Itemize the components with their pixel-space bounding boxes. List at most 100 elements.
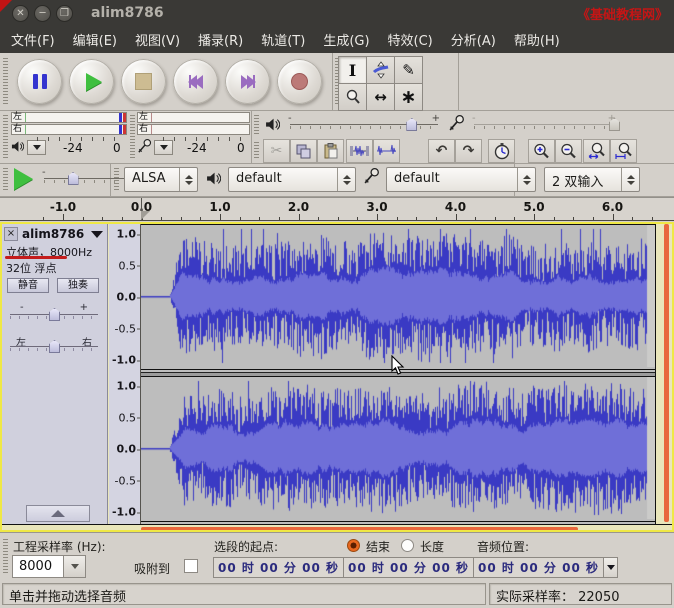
- microphone-icon: [363, 167, 380, 185]
- selection-start-time[interactable]: 00 时 00 分 00 秒: [213, 557, 358, 578]
- undo-button[interactable]: ↶: [428, 139, 455, 163]
- ruler-tick: [652, 217, 653, 220]
- output-volume-slider[interactable]: - +: [290, 116, 438, 132]
- snap-to-checkbox[interactable]: [184, 559, 198, 573]
- playback-meter[interactable]: 左 右 -24 0: [11, 112, 127, 164]
- fit-selection-button[interactable]: [583, 139, 610, 163]
- radio-length[interactable]: [401, 539, 414, 552]
- device-toolbar-grip[interactable]: [113, 165, 120, 194]
- selection-end-time[interactable]: 00 时 00 分 00 秒: [343, 557, 488, 578]
- magnifier-icon: [345, 89, 361, 105]
- spin-arrows-icon[interactable]: [179, 168, 197, 191]
- playback-meter-grip[interactable]: [2, 112, 9, 162]
- selection-toolbar-grip[interactable]: [2, 536, 9, 578]
- zoom-in-button[interactable]: [528, 139, 555, 163]
- title-bar[interactable]: ✕ ─ ❐ alim8786 《基础教程网》: [0, 0, 674, 26]
- paste-button[interactable]: [317, 139, 344, 163]
- paste-icon: [323, 143, 338, 159]
- ruler-tick: [416, 217, 417, 220]
- selection-start-label: 选段的起点:: [214, 538, 278, 555]
- stop-button[interactable]: [121, 59, 166, 104]
- project-rate-combo[interactable]: 8000: [12, 555, 86, 578]
- project-rate-value[interactable]: 8000: [12, 555, 64, 578]
- selection-tool-button[interactable]: I: [338, 56, 367, 84]
- ruler-tick: [632, 217, 633, 220]
- menu-analyze[interactable]: 分析(A): [442, 26, 505, 53]
- menu-generate[interactable]: 生成(G): [314, 26, 378, 53]
- fit-project-icon: [615, 142, 633, 160]
- ruler-tick: [554, 217, 555, 220]
- input-channels-combo[interactable]: 2 双输入: [544, 167, 640, 192]
- fit-project-button[interactable]: [610, 139, 637, 163]
- envelope-tool-button[interactable]: [366, 56, 395, 84]
- zoom-in-icon: [533, 143, 550, 160]
- pencil-icon: ✎: [402, 61, 415, 79]
- playhead-marker[interactable]: [141, 211, 150, 220]
- draw-tool-button[interactable]: ✎: [394, 56, 423, 84]
- multi-tool-button[interactable]: ∗: [394, 83, 423, 111]
- menu-tracks[interactable]: 轨道(T): [252, 26, 314, 53]
- transcription-toolbar-grip[interactable]: [2, 165, 9, 194]
- microphone-icon: [448, 114, 465, 132]
- play-button[interactable]: [69, 59, 114, 104]
- input-volume-slider[interactable]: - +: [474, 116, 614, 132]
- ruler-tick: [63, 214, 64, 220]
- output-device-combo[interactable]: default: [228, 167, 356, 192]
- mixer-toolbar-grip[interactable]: [253, 112, 260, 138]
- record-meter-dropdown[interactable]: [154, 140, 173, 155]
- radio-end[interactable]: [347, 539, 360, 552]
- record-button[interactable]: [277, 59, 322, 104]
- skip-to-end-button[interactable]: [225, 59, 270, 104]
- play-speed-slider[interactable]: - +: [44, 170, 136, 186]
- input-device-combo[interactable]: default: [386, 167, 536, 192]
- status-bar: 单击并拖动选择音频 实际采样率： 22050: [0, 580, 674, 608]
- menu-effect[interactable]: 特效(C): [379, 26, 442, 53]
- trim-audio-button[interactable]: [346, 139, 373, 163]
- ruler-label: 2.0: [288, 200, 309, 214]
- cut-button[interactable]: ✂: [263, 139, 290, 163]
- menu-file[interactable]: 文件(F): [2, 26, 64, 53]
- radio-length-label: 长度: [420, 538, 444, 555]
- timeline-ruler[interactable]: -1.00.01.02.03.04.05.06.0: [0, 197, 674, 221]
- close-window-button[interactable]: ✕: [12, 5, 29, 22]
- project-rate-dropdown[interactable]: [64, 555, 86, 578]
- pause-button[interactable]: [17, 59, 62, 104]
- audio-host-combo[interactable]: ALSA: [124, 167, 198, 192]
- play-at-speed-button[interactable]: [14, 168, 33, 190]
- fit-selection-icon: [588, 142, 606, 160]
- time-dropdown-icon[interactable]: [603, 558, 617, 577]
- copy-button[interactable]: [290, 139, 317, 163]
- menu-help[interactable]: 帮助(H): [505, 26, 569, 53]
- red-corner-annotation: [0, 0, 12, 12]
- snap-to-label: 吸附到: [134, 560, 170, 577]
- track-focus-border: [0, 222, 674, 532]
- menu-edit[interactable]: 编辑(E): [64, 26, 126, 53]
- minimize-window-button[interactable]: ─: [34, 5, 51, 22]
- playback-meter-dropdown[interactable]: [27, 140, 46, 155]
- spin-arrows-icon[interactable]: [337, 168, 355, 191]
- ruler-label: 3.0: [366, 200, 387, 214]
- silence-audio-button[interactable]: [373, 139, 400, 163]
- record-meter[interactable]: 左 右 -24 0: [137, 112, 250, 164]
- edit-toolbar-grip[interactable]: [253, 139, 260, 163]
- zoom-out-button[interactable]: [555, 139, 582, 163]
- play-speed-thumb[interactable]: [68, 172, 79, 185]
- time-shift-tool-button[interactable]: ↔: [366, 83, 395, 111]
- sync-lock-button[interactable]: [488, 139, 515, 163]
- spin-arrows-icon[interactable]: [621, 168, 639, 191]
- output-volume-thumb[interactable]: [406, 118, 417, 131]
- record-meter-grip[interactable]: [129, 112, 136, 162]
- menu-view[interactable]: 视图(V): [126, 26, 189, 53]
- ruler-tick: [83, 217, 84, 220]
- zoom-tool-button[interactable]: [338, 83, 367, 111]
- ruler-tick: [161, 217, 162, 220]
- spin-arrows-icon[interactable]: [517, 168, 535, 191]
- ruler-tick: [181, 217, 182, 220]
- skip-to-start-button[interactable]: [173, 59, 218, 104]
- toolbar-dock: I ✎ ↔ ∗ 左: [0, 53, 674, 197]
- menu-transport[interactable]: 播录(R): [189, 26, 252, 53]
- maximize-window-button[interactable]: ❐: [56, 5, 73, 22]
- redo-button[interactable]: ↷: [455, 139, 482, 163]
- transport-toolbar-grip[interactable]: [2, 55, 9, 108]
- audio-position-time[interactable]: 00 时 00 分 00 秒: [473, 557, 618, 578]
